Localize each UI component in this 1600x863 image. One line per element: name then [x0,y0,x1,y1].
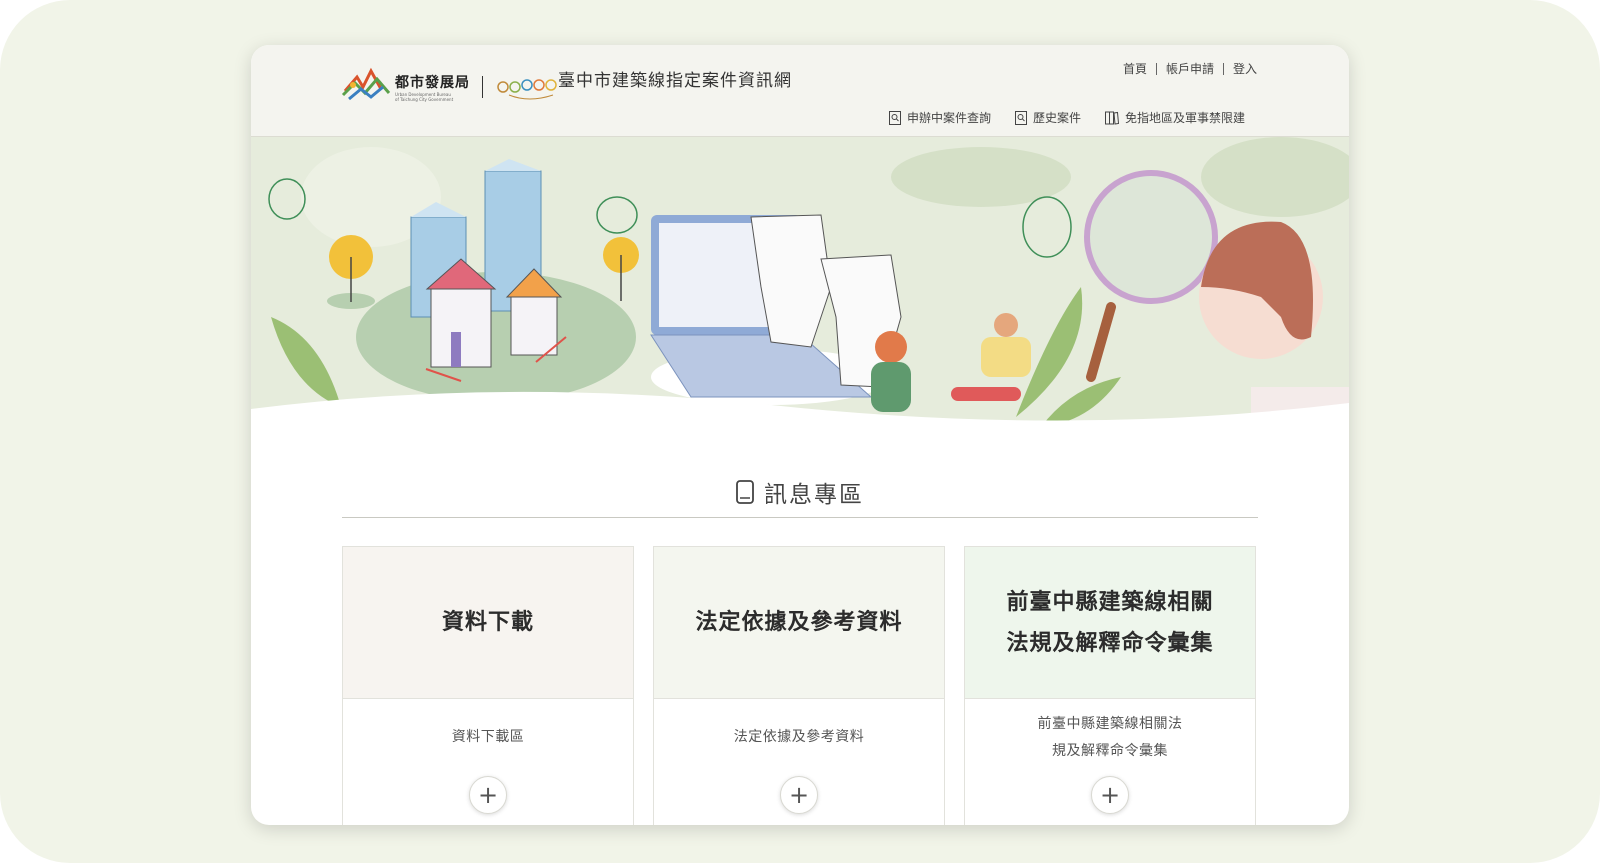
person-body [981,337,1031,377]
card-title: 資料下載 [441,610,534,635]
link-divider [1222,62,1224,75]
account-apply-link[interactable]: 帳戶申請 [1166,60,1214,77]
login-link[interactable]: 登入 [1233,60,1257,77]
card-title: 法定依據及參考資料 [695,610,903,635]
search-doc-icon [888,110,901,125]
plus-icon: + [788,781,810,809]
card-header: 資料下載 [343,547,633,699]
logo-subtitle: Urban Development Bureau of Taichung Cit… [395,92,454,102]
link-divider [1155,62,1157,75]
browser-frame: 都市發展局 Urban Development Bureau of Taichu… [251,45,1349,825]
hero-blob [891,147,1071,207]
expand-button[interactable]: + [1091,776,1129,814]
card-downloads[interactable]: 資料下載 資料下載區 + [342,546,634,825]
2030-emblem-icon [497,79,557,100]
expand-button[interactable]: + [780,776,818,814]
site-title: 臺中市建築線指定案件資訊網 [558,71,792,91]
card-description: 資料下載區 [412,699,565,776]
home-link[interactable]: 首頁 [1123,60,1147,77]
card-list: 資料下載 資料下載區 + 法定依據及參考資料 法定依據及參考資料 + 前臺中縣建… [342,546,1258,825]
book-icon [1104,111,1119,125]
card-body: 前臺中縣建築線相關法 規及解釋命令彙集 + [965,699,1255,825]
logo-title: 都市發展局 [395,75,470,91]
magnifier-lens [1084,170,1218,304]
house [510,294,558,356]
top-links: 首頁 帳戶申請 登入 [1123,60,1257,77]
nav-item-exempt-areas[interactable]: 免指地區及軍事禁限建 [1104,109,1245,126]
card-body: 法定依據及參考資料 + [654,699,944,825]
house-door [451,332,461,367]
search-doc-icon [1014,110,1027,125]
section-heading: 訊息專區 [251,475,1349,509]
person-head [875,331,907,363]
person-legs [951,387,1021,401]
nav-item-pending-cases[interactable]: 申辦中案件查詢 [888,109,991,126]
card-description-text: 資料下載區 [451,729,525,745]
expand-button[interactable]: + [469,776,507,814]
card-description: 法定依據及參考資料 [694,699,905,776]
site-header: 都市發展局 Urban Development Bureau of Taichu… [251,45,1349,137]
card-title: 前臺中縣建築線相關 [1006,589,1214,615]
nav-label: 免指地區及軍事禁限建 [1124,111,1245,125]
section-divider [342,517,1258,518]
nav-label: 申辦中案件查詢 [906,111,991,125]
card-header: 前臺中縣建築線相關 法規及解釋命令彙集 [965,547,1255,699]
nav-item-history-cases[interactable]: 歷史案件 [1014,109,1081,126]
card-legal-references[interactable]: 法定依據及參考資料 法定依據及參考資料 + [653,546,945,825]
plus-icon: + [477,781,499,809]
card-body: 資料下載區 + [343,699,633,825]
card-title: 法規及解釋命令彙集 [1006,630,1214,656]
card-description: 前臺中縣建築線相關法 規及解釋命令彙集 [998,699,1223,776]
logo[interactable]: 都市發展局 Urban Development Bureau of Taichu… [341,57,561,117]
person-head [994,313,1018,337]
logo-divider [482,76,483,98]
nav-label: 歷史案件 [1032,111,1081,125]
section-title: 訊息專區 [764,482,864,508]
hero-illustration [251,137,1349,497]
person-body [871,362,911,412]
card-description-text: 規及解釋命令彙集 [1052,742,1168,759]
logo-text-block: 都市發展局 Urban Development Bureau of Taichu… [395,72,470,102]
plus-icon: + [1099,781,1121,809]
city-logo-icon [341,67,391,101]
card-former-county-regulations[interactable]: 前臺中縣建築線相關 法規及解釋命令彙集 前臺中縣建築線相關法 規及解釋命令彙集 … [964,546,1256,825]
main-nav: 申辦中案件查詢 歷史案件 免指地區及軍事禁限建 [888,109,1245,126]
tablet-icon [736,480,754,504]
card-description-text: 法定依據及參考資料 [733,729,865,745]
card-header: 法定依據及參考資料 [654,547,944,699]
card-description-text: 前臺中縣建築線相關法 [1037,715,1183,732]
